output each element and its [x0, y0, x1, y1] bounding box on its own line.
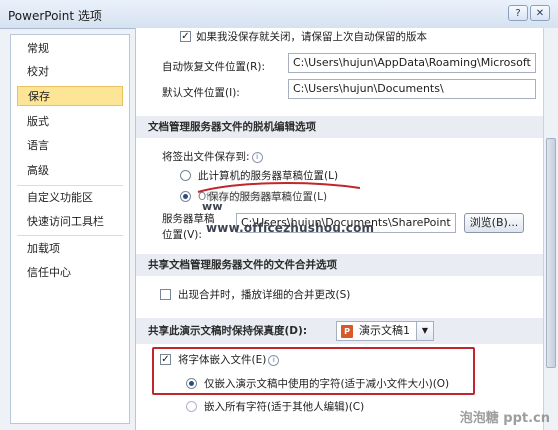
brand-watermark: 泡泡糖 ppt.cn	[459, 411, 550, 426]
vertical-scrollbar[interactable]	[543, 28, 558, 430]
autorecover-location-input[interactable]: C:\Users\hujun\AppData\Roaming\Microsoft	[288, 53, 536, 73]
title-bar: PowerPoint 选项 ? ✕	[0, 0, 558, 29]
offline-editing-heading: 文档管理服务器文件的脱机编辑选项	[136, 116, 543, 138]
window-title: PowerPoint 选项	[8, 9, 102, 23]
presentation-select-value: 演示文稿1	[359, 324, 410, 337]
sidebar-item-language[interactable]: 语言	[17, 136, 123, 156]
default-location-label: 默认文件位置(I):	[162, 87, 240, 99]
sidebar-item-layout[interactable]: 版式	[17, 112, 123, 132]
info-icon: i	[251, 152, 263, 163]
autorecover-location-label: 自动恢复文件位置(R):	[162, 61, 266, 73]
server-drafts-radio[interactable]	[180, 170, 191, 181]
server-drafts-location-label-2: 位置(V):	[162, 229, 202, 241]
scrollbar-thumb[interactable]	[546, 138, 556, 368]
presentation-select[interactable]: P 演示文稿1 ▼	[336, 321, 434, 341]
save-checked-out-text: 将签出文件保存到:	[162, 151, 250, 163]
chevron-down-icon[interactable]: ▼	[416, 322, 433, 340]
keep-autosave-checkbox[interactable]: ✓	[180, 31, 191, 42]
sidebar-item-quick-access-toolbar[interactable]: 快速访问工具栏	[17, 212, 123, 232]
embed-all-chars-radio[interactable]	[186, 401, 197, 412]
powerpoint-doc-icon: P	[341, 325, 353, 338]
help-button[interactable]: ?	[508, 5, 528, 21]
merge-options-heading: 共享文档管理服务器文件的文件合并选项	[136, 254, 543, 276]
sidebar-item-add-ins[interactable]: 加载项	[17, 239, 123, 259]
office-cache-radio[interactable]	[180, 191, 191, 202]
sidebar-divider	[17, 235, 123, 236]
default-location-input[interactable]: C:\Users\hujun\Documents\	[288, 79, 536, 99]
sidebar-divider	[17, 185, 123, 186]
embed-all-chars-label: 嵌入所有字符(适于其他人编辑)(C)	[204, 401, 365, 413]
sidebar-item-general[interactable]: 常规	[17, 39, 123, 59]
sidebar-item-proofing[interactable]: 校对	[17, 62, 123, 82]
show-merge-label: 出现合并时，播放详细的合并更改(S)	[178, 289, 351, 301]
fidelity-heading-label: 共享此演示文稿时保持保真度(D):	[148, 325, 308, 337]
sidebar-item-save[interactable]: 保存	[17, 86, 123, 106]
save-checked-out-label: 将签出文件保存到: i	[162, 149, 263, 164]
close-button[interactable]: ✕	[530, 5, 550, 21]
options-sidebar: 常规 校对 保存 版式 语言 高级 自定义功能区 快速访问工具栏 加载项 信任中…	[10, 34, 130, 424]
browse-button[interactable]: 浏览(B)...	[464, 213, 524, 233]
sidebar-item-advanced[interactable]: 高级	[17, 161, 123, 181]
sidebar-item-customize-ribbon[interactable]: 自定义功能区	[17, 188, 123, 208]
sidebar-item-trust-center[interactable]: 信任中心	[17, 263, 123, 283]
save-options-panel: ✓ 如果我没保存就关闭，请保留上次自动保留的版本 自动恢复文件位置(R): C:…	[135, 28, 543, 430]
keep-autosave-label: 如果我没保存就关闭，请保留上次自动保留的版本	[196, 31, 427, 43]
watermark-prefix: ww	[202, 200, 223, 213]
red-highlight-box	[152, 347, 475, 395]
watermark-url: www.officezhushou.com	[206, 221, 375, 235]
show-merge-checkbox[interactable]	[160, 289, 171, 300]
